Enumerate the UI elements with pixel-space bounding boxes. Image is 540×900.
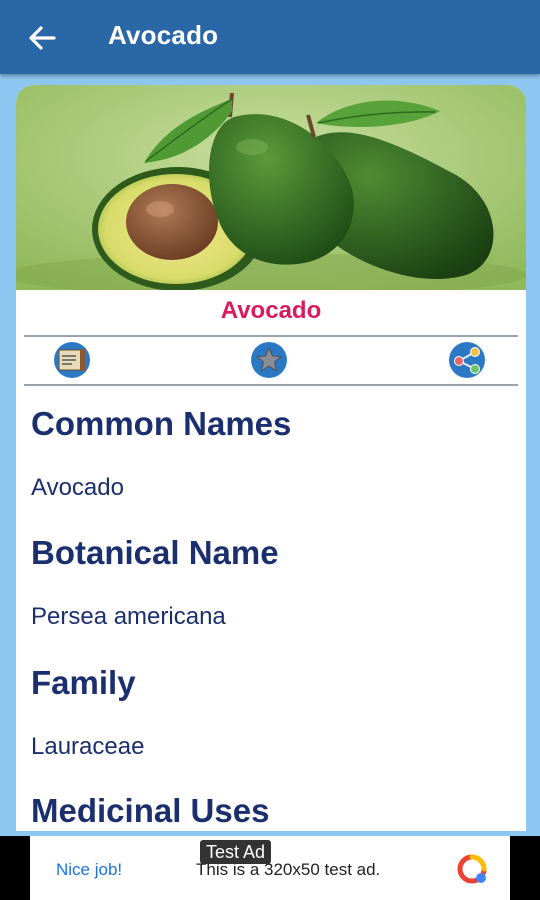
avocado-image [16, 85, 526, 290]
plant-name: Avocado [220, 297, 322, 324]
section-heading: Botanical Name [31, 534, 279, 571]
section-heading: Common Names [31, 405, 292, 442]
page-title: Avocado [108, 20, 219, 50]
section-value: Avocado [31, 474, 124, 501]
section-common-names: Common Names [31, 405, 511, 443]
section-family-value: Lauraceae [31, 732, 511, 762]
section-family: Family [31, 664, 511, 702]
section-botanical-name-value: Persea americana [31, 602, 511, 632]
section-value: Persea americana [31, 603, 226, 630]
detail-card: Avocado Common Names Avocado Botanical N… [16, 85, 526, 831]
section-heading: Family [31, 664, 136, 701]
notes-icon[interactable] [50, 341, 94, 379]
share-icon[interactable] [445, 341, 489, 379]
section-common-names-value: Avocado [31, 473, 511, 503]
ad-logo-icon[interactable] [454, 853, 490, 885]
ad-label-badge: Test Ad [200, 840, 272, 864]
section-value: Lauraceae [31, 733, 145, 760]
divider [24, 335, 518, 337]
section-botanical-name: Botanical Name [31, 534, 511, 572]
back-arrow-icon[interactable] [26, 22, 58, 54]
divider [24, 384, 518, 386]
app-bar: Avocado [0, 0, 540, 74]
ad-nice-link[interactable]: Nice job! [56, 860, 122, 880]
section-heading: Medicinal Uses [31, 792, 270, 829]
ad-banner: Nice job! This is a 320x50 test ad. Test… [0, 836, 540, 900]
section-medicinal-uses: Medicinal Uses [31, 792, 511, 830]
star-icon[interactable] [247, 341, 291, 379]
